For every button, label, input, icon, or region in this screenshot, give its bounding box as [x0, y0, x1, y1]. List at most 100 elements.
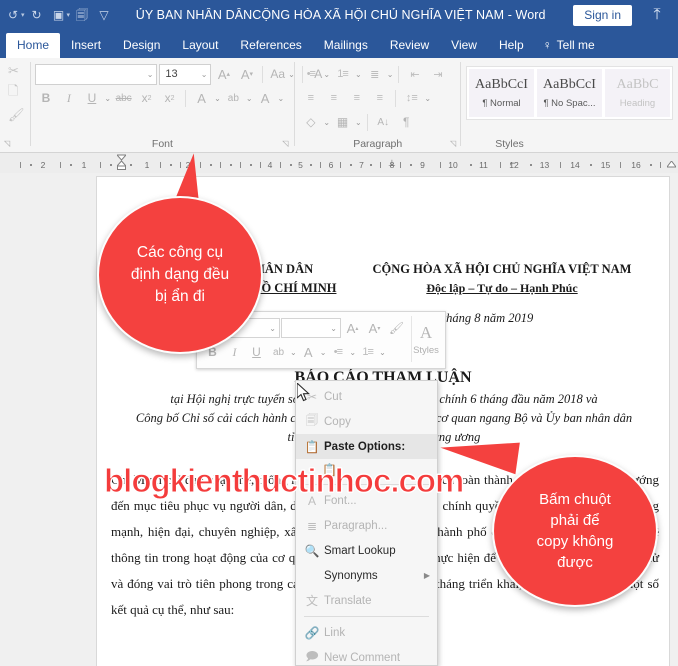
undo-icon[interactable]: ↺: [3, 4, 23, 26]
shrink-font-label: A: [241, 67, 250, 82]
context-menu-item-paste-options[interactable]: 📋 Paste Options:: [296, 434, 437, 459]
customize-qat-icon[interactable]: ▽: [94, 4, 114, 26]
align-left-button[interactable]: ≡: [300, 88, 321, 109]
context-menu-item-copy[interactable]: 🗐 Copy: [296, 409, 437, 434]
strikethrough-button[interactable]: abc: [113, 88, 134, 109]
tab-insert[interactable]: Insert: [60, 33, 112, 58]
mini-font-color-button[interactable]: A: [298, 342, 319, 363]
tab-mailings[interactable]: Mailings: [313, 33, 379, 58]
ruler[interactable]: 211245678910111213141516 ⊥ ⌐: [0, 153, 678, 173]
context-menu-item-paragraph[interactable]: ≣ Paragraph...: [296, 513, 437, 538]
text-effects-button[interactable]: A: [191, 88, 212, 109]
indent-marker[interactable]: [117, 154, 126, 170]
increase-indent-button[interactable]: ⇥: [427, 64, 448, 85]
context-menu-item-synonyms[interactable]: Synonyms ▶: [296, 563, 437, 588]
context-menu-item-link[interactable]: 🔗 Link: [296, 620, 437, 645]
style-heading[interactable]: AaBbC Heading: [605, 69, 670, 117]
font-dialog-launcher[interactable]: ◹: [282, 136, 288, 151]
bullets-button[interactable]: •≡: [300, 64, 321, 85]
cut-button[interactable]: ✂: [8, 60, 19, 82]
borders-button[interactable]: ▦: [332, 112, 353, 133]
subscript-button[interactable]: x2: [136, 88, 157, 109]
paragraph-dialog-launcher[interactable]: ◹: [450, 136, 456, 151]
right-indent-marker[interactable]: [667, 155, 676, 173]
align-right-button[interactable]: ≡: [346, 88, 367, 109]
context-menu-item-new-comment[interactable]: 🗩 New Comment: [296, 645, 437, 666]
tab-design[interactable]: Design: [112, 33, 171, 58]
font-color-dropdown-icon[interactable]: ⌄: [278, 94, 285, 103]
sign-in-button[interactable]: Sign in: [573, 5, 632, 26]
tab-help[interactable]: Help: [488, 33, 535, 58]
shading-dropdown-icon[interactable]: ⌄: [323, 118, 330, 127]
mini-highlight-button[interactable]: ab: [268, 342, 289, 363]
mini-bullets-dropdown-icon[interactable]: ⌄: [349, 348, 356, 357]
numbering-dropdown-icon[interactable]: ⌄: [355, 70, 362, 79]
tab-references[interactable]: References: [229, 33, 312, 58]
clipboard-dialog-launcher[interactable]: ◹: [4, 136, 10, 151]
chevron-down-icon: ⌄: [269, 324, 276, 333]
tab-layout[interactable]: Layout: [171, 33, 229, 58]
mini-italic-button[interactable]: I: [224, 342, 245, 363]
underline-dropdown-icon[interactable]: ⌄: [104, 94, 111, 103]
text-effects-dropdown-icon[interactable]: ⌄: [214, 94, 221, 103]
mini-highlight-dropdown-icon[interactable]: ⌄: [290, 348, 297, 357]
justify-button[interactable]: ≡: [369, 88, 390, 109]
italic-button[interactable]: I: [58, 88, 79, 109]
mini-font-color-dropdown-icon[interactable]: ⌄: [320, 348, 327, 357]
font-color-button[interactable]: A: [255, 88, 276, 109]
style-no-spacing[interactable]: AaBbCcI ¶ No Spac...: [537, 69, 602, 117]
mini-format-painter-button[interactable]: 🖌: [386, 318, 407, 339]
context-menu[interactable]: ✂ Cut 🗐 Copy 📋 Paste Options: 📋 A Font..…: [295, 380, 438, 666]
copy-format-icon[interactable]: 🗐: [72, 4, 92, 26]
picture-dropdown-icon[interactable]: ▾: [67, 11, 71, 19]
borders-dropdown-icon[interactable]: ⌄: [355, 118, 362, 127]
line-spacing-dropdown-icon[interactable]: ⌄: [424, 94, 431, 103]
tell-me-box[interactable]: ♀ Tell me: [535, 33, 603, 58]
bullets-dropdown-icon[interactable]: ⌄: [323, 70, 330, 79]
context-menu-item-smart-lookup[interactable]: 🔍 Smart Lookup: [296, 538, 437, 563]
numbering-button[interactable]: 1≡: [332, 64, 353, 85]
grow-font-button[interactable]: A▴: [213, 64, 234, 85]
font-name-combo[interactable]: ⌄: [35, 64, 157, 85]
align-center-button[interactable]: ≡: [323, 88, 344, 109]
tab-view[interactable]: View: [440, 33, 488, 58]
font-size-combo[interactable]: 13 ⌄: [159, 64, 211, 85]
shrink-font-button[interactable]: A▾: [236, 64, 257, 85]
multilevel-list-button[interactable]: ≣: [364, 64, 385, 85]
picture-icon[interactable]: ▣: [49, 4, 69, 26]
copy-button[interactable]: 🗋: [8, 82, 18, 104]
mini-numbering-button[interactable]: 1≡: [357, 342, 378, 363]
ribbon-display-options-icon[interactable]: ⤒: [646, 5, 668, 25]
underline-button[interactable]: U: [81, 88, 102, 109]
mini-bullets-button[interactable]: •≡: [327, 342, 348, 363]
style-normal[interactable]: AaBbCcI ¶ Normal: [469, 69, 534, 117]
tab-review[interactable]: Review: [379, 33, 440, 58]
styles-gallery[interactable]: AaBbCcI ¶ Normal AaBbCcI ¶ No Spac... Aa…: [466, 66, 673, 120]
highlight-button[interactable]: ab: [223, 88, 244, 109]
change-case-button[interactable]: Aa⌄: [268, 64, 296, 85]
bold-button[interactable]: B: [35, 88, 56, 109]
mini-underline-button[interactable]: U: [246, 342, 267, 363]
mini-styles-button[interactable]: A Styles: [411, 316, 440, 362]
tab-stop-icon[interactable]: ⌐: [510, 158, 515, 168]
undo-dropdown-icon[interactable]: ▾: [21, 11, 25, 19]
redo-icon[interactable]: ↻: [27, 4, 47, 26]
highlight-dropdown-icon[interactable]: ⌄: [246, 94, 253, 103]
show-formatting-marks-button[interactable]: ¶: [396, 112, 417, 133]
mini-shrink-font-button[interactable]: A▾: [364, 318, 385, 339]
group-paragraph: •≡ ⌄ 1≡ ⌄ ≣ ⌄ ⇤ ⇥ ≡ ≡ ≡ ≡ ↕≡ ⌄: [295, 58, 460, 152]
mini-numbering-dropdown-icon[interactable]: ⌄: [379, 348, 386, 357]
tab-stop-icon[interactable]: ⊥: [388, 158, 396, 169]
format-painter-button[interactable]: 🖌: [8, 104, 25, 126]
mini-font-size-combo[interactable]: ⌄: [281, 318, 341, 338]
mini-grow-font-button[interactable]: A▴: [342, 318, 363, 339]
multilevel-dropdown-icon[interactable]: ⌄: [387, 70, 394, 79]
shading-button[interactable]: ◇: [300, 112, 321, 133]
context-menu-item-cut[interactable]: ✂ Cut: [296, 384, 437, 409]
superscript-button[interactable]: x2: [159, 88, 180, 109]
line-spacing-button[interactable]: ↕≡: [401, 88, 422, 109]
sort-button[interactable]: A↓: [373, 112, 394, 133]
decrease-indent-button[interactable]: ⇤: [404, 64, 425, 85]
tab-home[interactable]: Home: [6, 33, 60, 58]
context-menu-item-translate[interactable]: 文 Translate: [296, 588, 437, 613]
